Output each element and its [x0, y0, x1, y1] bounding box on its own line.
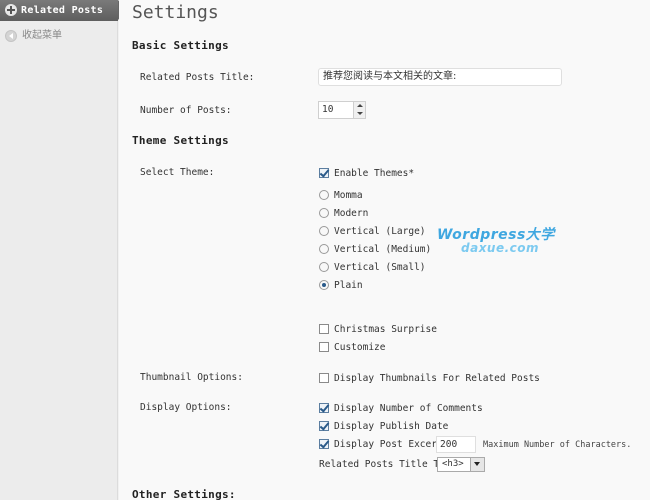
- spinner-down-icon[interactable]: [357, 112, 363, 115]
- title-tag-select[interactable]: <h3>: [437, 457, 485, 472]
- collapse-menu-button[interactable]: 收起菜单: [0, 27, 62, 45]
- excerpt-length-hint: Maximum Number of Characters.: [483, 440, 632, 450]
- number-of-posts-label: Number of Posts:: [140, 105, 232, 116]
- christmas-surprise-label: Christmas Surprise: [334, 324, 437, 335]
- spinner-up-icon[interactable]: [357, 104, 363, 107]
- theme-radio[interactable]: [319, 208, 329, 218]
- admin-sidebar: Related Posts 收起菜单: [0, 0, 126, 500]
- collapse-arrow-icon: [5, 30, 17, 42]
- other-settings-heading: Other Settings:: [132, 488, 236, 500]
- theme-option-label: Vertical (Small): [334, 262, 426, 273]
- plus-icon: [5, 4, 17, 16]
- thumbnail-options-label: Thumbnail Options:: [140, 372, 243, 383]
- theme-radio-selected[interactable]: [319, 280, 329, 290]
- related-title-input[interactable]: 推荐您阅读与本文相关的文章:: [318, 68, 562, 86]
- display-publish-date-checkbox[interactable]: [319, 421, 329, 431]
- theme-option-label: Vertical (Medium): [334, 244, 432, 255]
- theme-radio[interactable]: [319, 226, 329, 236]
- christmas-surprise-checkbox[interactable]: [319, 324, 329, 334]
- select-theme-label: Select Theme:: [140, 167, 215, 178]
- sidebar-item-related-posts[interactable]: Related Posts: [0, 0, 126, 21]
- excerpt-length-input[interactable]: 200: [436, 436, 476, 453]
- theme-option-label: Plain: [334, 280, 363, 291]
- theme-radio[interactable]: [319, 262, 329, 272]
- enable-themes-label: Enable Themes*: [334, 168, 415, 179]
- display-comments-label: Display Number of Comments: [334, 403, 483, 414]
- spinner-arrows[interactable]: [353, 102, 365, 118]
- customize-checkbox[interactable]: [319, 342, 329, 352]
- display-thumbnails-label: Display Thumbnails For Related Posts: [334, 373, 540, 384]
- theme-settings-heading: Theme Settings: [132, 134, 229, 147]
- related-title-label: Related Posts Title:: [140, 72, 255, 83]
- number-of-posts-value: 10: [322, 104, 334, 115]
- theme-radio[interactable]: [319, 244, 329, 254]
- display-excerpt-label: Display Post Excerpt: [334, 439, 449, 450]
- theme-option-label: Momma: [334, 190, 363, 201]
- sidebar-item-label: Related Posts: [21, 5, 104, 16]
- collapse-menu-label: 收起菜单: [22, 30, 62, 41]
- enable-themes-checkbox[interactable]: [319, 168, 329, 178]
- title-tag-label: Related Posts Title Tag: [319, 459, 451, 470]
- number-of-posts-spinner[interactable]: 10: [318, 101, 366, 119]
- basic-settings-heading: Basic Settings: [132, 39, 229, 52]
- display-thumbnails-checkbox[interactable]: [319, 373, 329, 383]
- watermark-line2: daxue.com: [461, 241, 540, 255]
- page-title: Settings: [132, 2, 219, 23]
- theme-radio[interactable]: [319, 190, 329, 200]
- settings-panel: Settings Basic Settings Related Posts Ti…: [119, 0, 650, 500]
- watermark-logo: Wordpress大学 daxue.com: [437, 228, 555, 255]
- title-tag-value: <h3>: [442, 459, 464, 469]
- customize-label: Customize: [334, 342, 386, 353]
- theme-option-label: Modern: [334, 208, 369, 219]
- display-excerpt-checkbox[interactable]: [319, 439, 329, 449]
- theme-option-label: Vertical (Large): [334, 226, 426, 237]
- chevron-down-icon[interactable]: [470, 458, 484, 471]
- display-publish-date-label: Display Publish Date: [334, 421, 449, 432]
- display-comments-checkbox[interactable]: [319, 403, 329, 413]
- display-options-label: Display Options:: [140, 402, 232, 413]
